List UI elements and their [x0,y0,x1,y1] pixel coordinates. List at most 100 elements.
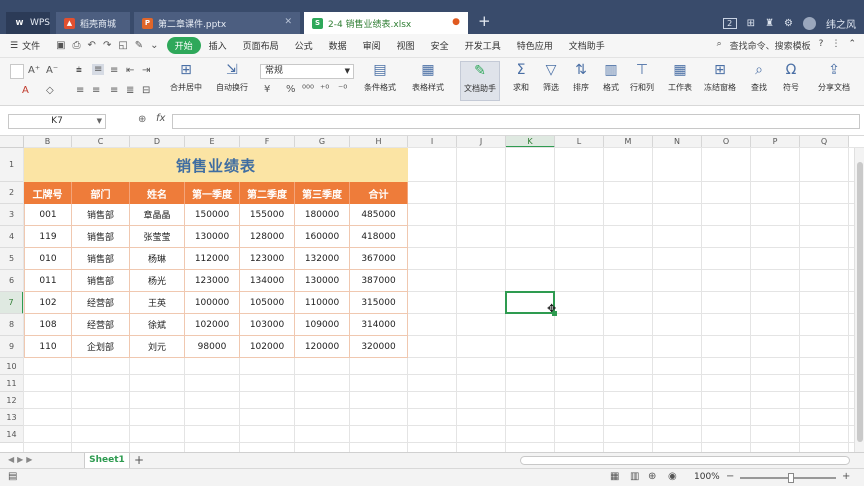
table-cell[interactable]: 120000 [295,336,350,358]
indent-decrease-icon[interactable]: ⇤ [126,65,134,76]
table-cell[interactable]: 367000 [350,248,408,270]
worksheet-button[interactable]: ▦ 工作表 [668,61,692,93]
table-cell[interactable]: 徐斌 [130,314,185,336]
align-center-icon[interactable]: ≡ [92,85,100,96]
table-header-cell[interactable]: 姓名 [130,182,185,204]
table-cell[interactable]: 105000 [240,292,295,314]
table-header-cell[interactable]: 合计 [350,182,408,204]
currency-icon[interactable]: ¥ [264,84,270,95]
table-cell[interactable]: 123000 [185,270,240,292]
filter-button[interactable]: ▽ 筛选 [542,61,560,93]
table-cell[interactable]: 128000 [240,226,295,248]
user-name[interactable]: 纬之风 [826,16,856,31]
sum-button[interactable]: Σ 求和 [512,61,530,93]
normal-view-icon[interactable]: ▦ [610,471,619,482]
spreadsheet-grid[interactable]: BCDEFGHIJKLMNOPQ 1 2 3 4 5 6 7 8 9 10 11 12 13 14 销售业… [0,136,864,452]
table-cell[interactable]: 180000 [295,204,350,226]
row-header-12[interactable]: 12 [0,392,24,409]
number-format-select[interactable]: 常规 ▼ [260,64,354,79]
table-cell[interactable]: 销售部 [72,226,130,248]
table-cell[interactable]: 章晶晶 [130,204,185,226]
menu-file[interactable]: 文件 [20,39,48,52]
table-cell[interactable]: 销售部 [72,270,130,292]
table-cell[interactable]: 经营部 [72,314,130,336]
close-tab-icon[interactable]: ✕ [284,17,292,27]
macro-icon[interactable]: ▤ [8,471,17,482]
skin-icon[interactable]: ♜ [765,18,774,29]
table-cell[interactable]: 102000 [240,336,295,358]
table-cell[interactable]: 155000 [240,204,295,226]
eye-protection-icon[interactable]: ◉ [668,471,677,482]
zoom-out-icon[interactable]: − [726,471,734,482]
table-cell[interactable]: 160000 [295,226,350,248]
table-header-cell[interactable]: 第一季度 [185,182,240,204]
table-cell[interactable]: 销售部 [72,248,130,270]
table-cell[interactable]: 企划部 [72,336,130,358]
chevron-down-icon[interactable]: ⌄ [150,40,158,51]
undo-icon[interactable]: ↶ [88,40,96,51]
table-cell[interactable]: 314000 [350,314,408,336]
conditional-format-button[interactable]: ▤ 条件格式 [364,61,396,93]
table-cell[interactable]: 杨光 [130,270,185,292]
print-icon[interactable]: ⎙ [73,40,81,51]
menu-review[interactable]: 审阅 [355,39,389,52]
preview-icon[interactable]: ◱ [118,40,127,51]
collapse-ribbon-icon[interactable]: ⌃ [848,39,856,52]
table-cell[interactable]: 001 [24,204,72,226]
row-header-8[interactable]: 8 [0,314,24,336]
menu-home[interactable]: 开始 [166,37,201,54]
table-header-cell[interactable]: 第二季度 [240,182,295,204]
table-cell[interactable]: 320000 [350,336,408,358]
menu-formulas[interactable]: 公式 [287,39,321,52]
table-cell[interactable]: 150000 [185,204,240,226]
table-cell[interactable]: 134000 [240,270,295,292]
window-count-badge[interactable]: 2 [722,18,737,29]
clear-icon[interactable]: ◇ [46,85,54,96]
format-painter-icon[interactable]: ✎ [135,40,143,51]
row-header-3[interactable]: 3 [0,204,24,226]
more-icon[interactable]: ⋮ [831,39,840,52]
row-header-7[interactable]: 7 [0,292,24,314]
menu-insert[interactable]: 插入 [201,39,235,52]
table-cell[interactable]: 011 [24,270,72,292]
table-cell[interactable]: 485000 [350,204,408,226]
zoom-level[interactable]: 100% [694,472,720,482]
table-cell[interactable]: 刘元 [130,336,185,358]
doc-helper-button[interactable]: ✎ 文档助手 [460,61,500,101]
menu-view[interactable]: 视图 [389,39,423,52]
align-top-icon[interactable]: ⩧ [76,65,82,76]
tab-xlsx-document[interactable]: S 2-4 销售业绩表.xlsx ● [304,12,468,34]
merge-center-button[interactable]: ⊞ 合并居中 [170,61,202,93]
row-header-14[interactable]: 14 [0,426,24,443]
font-color-icon[interactable]: A [22,85,29,96]
table-cell[interactable]: 张莹莹 [130,226,185,248]
select-all-corner[interactable] [0,136,24,148]
page-layout-view-icon[interactable]: ▥ [630,471,639,482]
formula-input[interactable] [172,114,860,129]
command-search[interactable]: 查找命令、搜索模板 [730,39,811,52]
table-style-button[interactable]: ▦ 表格样式 [412,61,444,93]
table-header-cell[interactable]: 第三季度 [295,182,350,204]
tab-docer-store[interactable]: ▲ 稻壳商城 [56,12,130,34]
zoom-in-icon[interactable]: + [842,471,850,482]
menu-special[interactable]: 特色应用 [509,39,561,52]
table-cell[interactable]: 经营部 [72,292,130,314]
help-icon[interactable]: ? [819,39,824,52]
table-cell[interactable]: 130000 [295,270,350,292]
row-header-10[interactable]: 10 [0,358,24,375]
find-button[interactable]: ⌕ 查找 [750,61,768,93]
rows-columns-button[interactable]: ⊤ 行和列 [630,61,654,93]
row-header-2[interactable]: 2 [0,182,24,204]
table-cell[interactable]: 杨琳 [130,248,185,270]
align-bottom-icon[interactable]: ≡ [110,65,118,76]
decrease-font-icon[interactable]: A⁻ [46,65,58,76]
settings-icon[interactable]: ⚙ [784,18,793,29]
increase-font-icon[interactable]: A⁺ [28,65,40,76]
name-box[interactable]: K7 ▼ [8,114,106,129]
table-cell[interactable]: 98000 [185,336,240,358]
table-cell[interactable]: 王英 [130,292,185,314]
table-cell[interactable]: 010 [24,248,72,270]
table-cell[interactable]: 315000 [350,292,408,314]
close-tab-icon[interactable]: ● [452,17,460,27]
menu-security[interactable]: 安全 [423,39,457,52]
